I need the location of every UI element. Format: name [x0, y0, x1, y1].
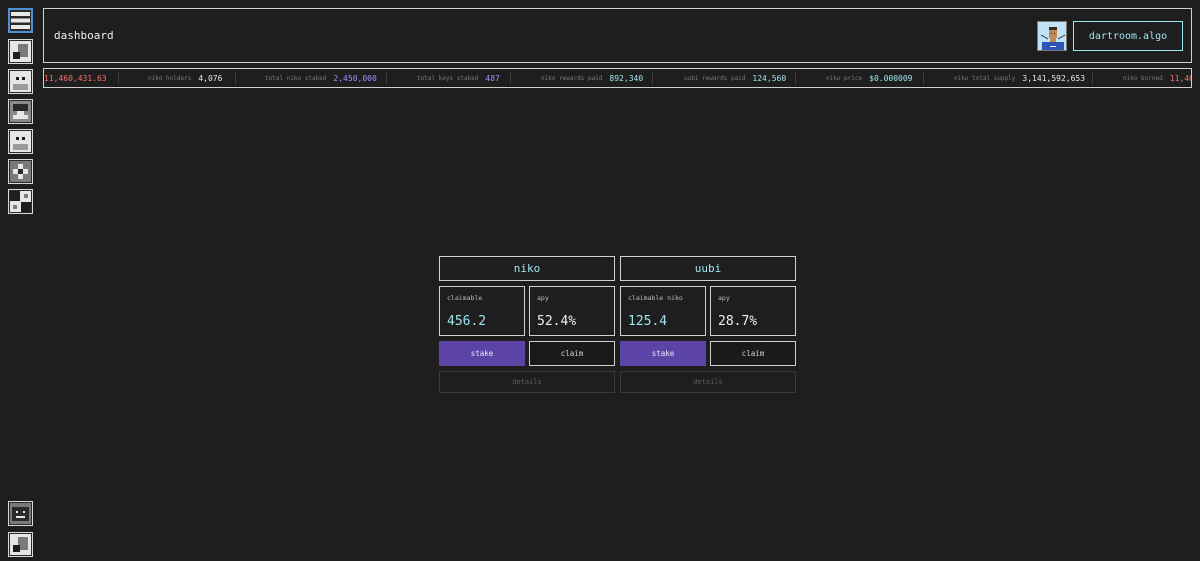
sidebar-item-bot[interactable]: [8, 501, 33, 526]
uubi-apy-card: apy 28.7%: [710, 286, 796, 336]
ticker-value: $0.000009: [869, 73, 913, 83]
ticker-value: 892,340: [609, 73, 644, 83]
sidebar-item-6[interactable]: [8, 159, 33, 184]
ticker-value: 2,450,000: [333, 73, 377, 83]
ticker-value: 487: [485, 73, 500, 83]
sidebar-item-2[interactable]: [8, 39, 33, 64]
stats-ticker: 11,460,431.63 niko holders 4,076 total n…: [43, 68, 1192, 88]
pixel-cross-icon: [10, 161, 31, 182]
ticker-divider: [923, 72, 924, 84]
stat-value: 125.4: [628, 314, 668, 329]
pixel-block-icon: [10, 41, 31, 62]
sidebar-item-7[interactable]: [8, 189, 33, 214]
niko-apy-card: apy 52.4%: [529, 286, 615, 336]
menu-icon: [11, 12, 30, 29]
avatar[interactable]: [1037, 21, 1067, 51]
uubi-claimable-card: claimable niko 125.4: [620, 286, 706, 336]
ticker-label: niko price: [826, 74, 863, 82]
ticker-value: 4,076: [198, 73, 223, 83]
sidebar-item-5[interactable]: [8, 129, 33, 154]
stat-label: claimable: [447, 294, 483, 302]
uubi-claim-button[interactable]: claim: [710, 341, 796, 366]
ticker-item: niko price $0.000009: [826, 69, 912, 87]
robot-face-icon: [10, 503, 31, 524]
stat-value: 52.4%: [537, 314, 577, 329]
ticker-item: niko rewards paid 892,340: [541, 69, 643, 87]
stat-label: claimable niko: [628, 294, 683, 302]
uubi-stake-button[interactable]: stake: [620, 341, 706, 366]
pixel-face-icon: [10, 71, 31, 92]
ticker-label: uubi rewards paid: [684, 74, 746, 82]
pixel-pedestal-icon: [10, 101, 31, 122]
ticker-label: niko total supply: [954, 74, 1016, 82]
niko-claim-button[interactable]: claim: [529, 341, 615, 366]
sidebar-item-4[interactable]: [8, 99, 33, 124]
uubi-panel-title: uubi: [620, 256, 796, 281]
stat-value: 28.7%: [718, 314, 758, 329]
niko-claimable-card: claimable 456.2: [439, 286, 525, 336]
ticker-item: 11,460,431.63: [44, 69, 107, 87]
ticker-divider: [652, 72, 653, 84]
ticker-divider: [510, 72, 511, 84]
stat-label: apy: [718, 294, 730, 302]
ticker-label: niko burned: [1123, 74, 1163, 82]
ticker-item: uubi rewards paid 124,560: [684, 69, 786, 87]
stat-value: 456.2: [447, 314, 487, 329]
sidebar-item-3[interactable]: [8, 69, 33, 94]
niko-stake-button[interactable]: stake: [439, 341, 525, 366]
ticker-divider: [235, 72, 236, 84]
sidebar-item-bottom-2[interactable]: [8, 532, 33, 557]
ticker-label: total niko staked: [265, 74, 327, 82]
niko-details-button[interactable]: details: [439, 371, 615, 393]
ticker-divider: [795, 72, 796, 84]
ticker-label: niko rewards paid: [541, 74, 603, 82]
ticker-item: total keys staked 487: [417, 69, 500, 87]
page-title: dashboard: [54, 29, 114, 42]
ticker-label: total keys staked: [417, 74, 479, 82]
ticker-value: 3,141,592,653: [1022, 73, 1086, 83]
avatar-icon: [1038, 22, 1066, 50]
ticker-item: niko holders 4,076: [148, 69, 222, 87]
pixel-checker-icon: [10, 191, 31, 212]
ticker-divider: [118, 72, 119, 84]
ticker-value: 11,460,431.63: [44, 73, 107, 83]
ticker-divider: [386, 72, 387, 84]
ticker-label: niko holders: [148, 74, 192, 82]
wallet-button[interactable]: dartroom.algo: [1073, 21, 1183, 51]
sidebar-item-menu[interactable]: [8, 8, 33, 33]
pixel-face-icon: [10, 131, 31, 152]
ticker-item: niko burned 11,460,431.63: [1123, 69, 1191, 87]
stat-label: apy: [537, 294, 549, 302]
ticker-item: total niko staked 2,450,000: [265, 69, 377, 87]
ticker-divider: [1092, 72, 1093, 84]
uubi-details-button[interactable]: details: [620, 371, 796, 393]
header-bar: dashboard dartroom.algo: [43, 8, 1192, 63]
ticker-value: 11,460,431.63: [1169, 73, 1191, 83]
niko-panel-title: niko: [439, 256, 615, 281]
pixel-block-icon: [10, 534, 31, 555]
ticker-item: niko total supply 3,141,592,653: [954, 69, 1085, 87]
ticker-value: 124,560: [752, 73, 787, 83]
